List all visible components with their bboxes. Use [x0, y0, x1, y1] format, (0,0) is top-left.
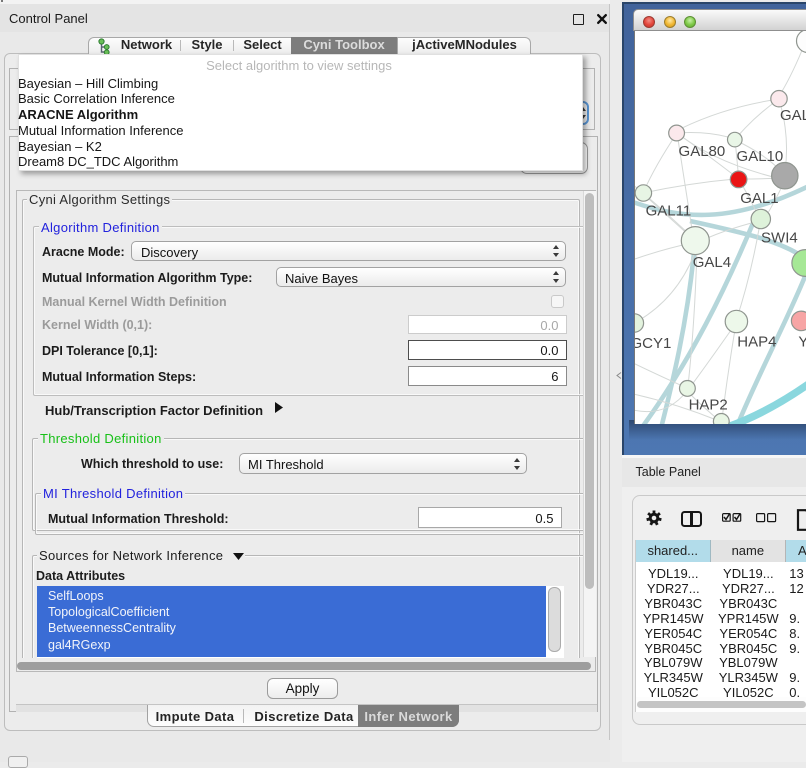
svg-text:Y: Y: [798, 334, 806, 351]
svg-text:GAL4: GAL4: [692, 254, 730, 271]
svg-text:HAP4: HAP4: [737, 334, 776, 351]
svg-text:GAL80: GAL80: [678, 143, 725, 160]
svg-text:GAL10: GAL10: [736, 148, 783, 165]
svg-text:GAL1: GAL1: [740, 190, 778, 207]
svg-text:GCY1: GCY1: [635, 335, 671, 352]
svg-text:HAP2: HAP2: [688, 397, 727, 414]
svg-text:SWI4: SWI4: [761, 230, 798, 247]
svg-text:GAL11: GAL11: [645, 203, 691, 220]
svg-text:GAL2: GAL2: [780, 107, 806, 124]
